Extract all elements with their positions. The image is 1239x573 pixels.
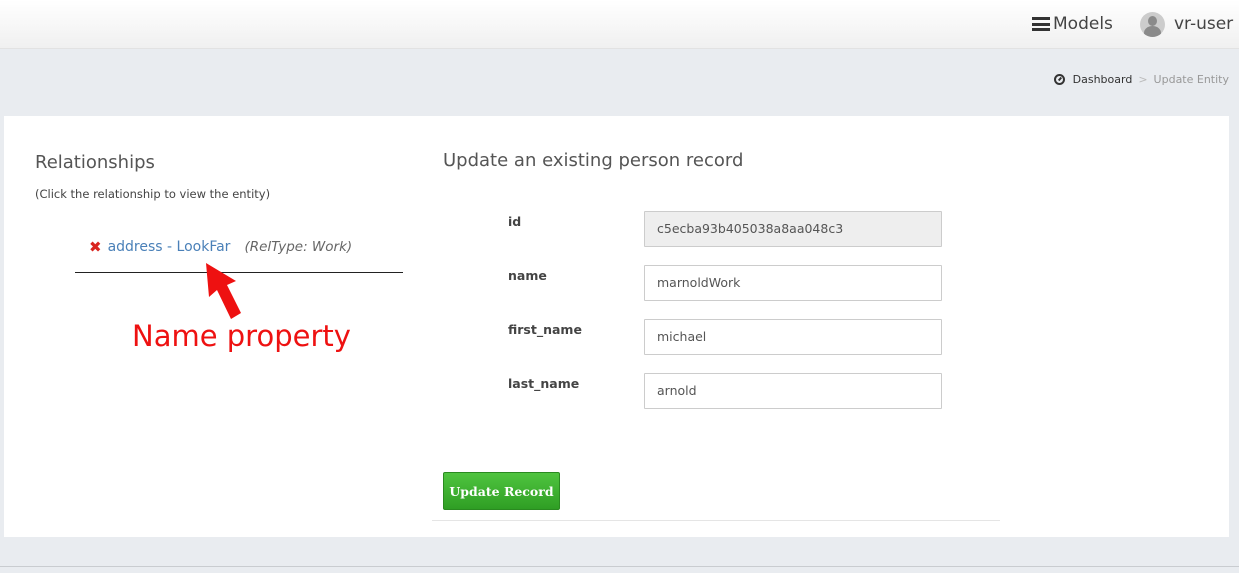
remove-relationship-icon[interactable]: ✖	[89, 238, 102, 256]
breadcrumb-separator: >	[1138, 72, 1148, 86]
user-name: vr-user	[1174, 14, 1234, 34]
relationships-hint: (Click the relationship to view the enti…	[35, 187, 271, 201]
last-name-field[interactable]: arnold	[644, 373, 942, 409]
form-divider	[432, 520, 1000, 521]
user-avatar-icon	[1140, 11, 1165, 37]
relationships-title: Relationships	[35, 152, 155, 173]
breadcrumb-dashboard-link[interactable]: Dashboard	[1073, 73, 1133, 86]
list-icon	[1032, 17, 1050, 31]
relationship-item: ✖ address - LookFar (RelType: Work)	[89, 238, 352, 256]
field-label-last-name: last_name	[508, 376, 580, 391]
top-navbar: Models vr-user	[0, 0, 1239, 49]
first-name-field[interactable]: michael	[644, 319, 942, 355]
relationship-link[interactable]: address - LookFar	[108, 239, 231, 255]
name-field[interactable]: marnoldWork	[644, 265, 942, 301]
breadcrumb-current: Update Entity	[1153, 72, 1229, 86]
update-record-button[interactable]: Update Record	[443, 472, 560, 510]
breadcrumb: Dashboard > Update Entity	[1053, 72, 1229, 86]
field-label-name: name	[508, 268, 547, 283]
form-title: Update an existing person record	[443, 150, 744, 171]
id-field: c5ecba93b405038a8aa048c3	[644, 211, 942, 247]
field-label-id: id	[508, 214, 522, 229]
relationship-type: (RelType: Work)	[244, 239, 353, 255]
dashboard-icon	[1053, 73, 1065, 85]
field-label-first-name: first_name	[508, 322, 582, 337]
annotation-arrow-icon	[206, 263, 241, 319]
models-label: Models	[1053, 14, 1113, 34]
user-menu[interactable]: vr-user	[1140, 11, 1233, 37]
models-menu[interactable]: Models	[1032, 13, 1113, 35]
main-panel: Relationships (Click the relationship to…	[4, 116, 1229, 537]
annotation-text: Name property	[132, 319, 351, 353]
footer-divider	[0, 566, 1239, 567]
